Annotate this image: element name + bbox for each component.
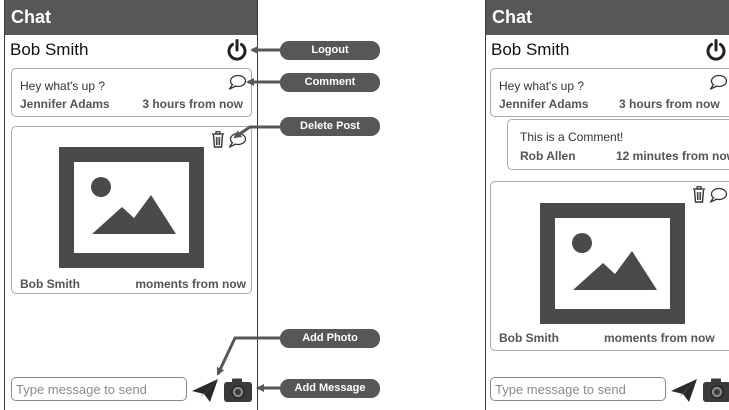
message-input-placeholder: Type message to send [495,382,626,397]
speech-bubble-icon[interactable] [228,132,246,148]
post-time: 3 hours from now [142,97,243,111]
callout-add-message: Add Message [280,379,380,398]
power-icon[interactable] [225,38,249,62]
post-message: Hey what's up ? [499,79,585,93]
post-card: Hey what's up ? Jennifer Adams 3 hours f… [490,68,729,117]
comment-message: This is a Comment! [520,130,624,144]
trash-icon[interactable] [211,131,225,148]
app-title: Chat [11,7,51,27]
photo-post-card: Bob Smith moments from now [11,126,252,294]
message-input[interactable]: Type message to send [490,377,666,401]
speech-bubble-icon[interactable] [709,187,727,203]
post-time: moments from now [135,277,246,291]
post-time: moments from now [604,331,715,345]
title-bar: Chat [5,0,257,35]
photo-post-card: Bob Smith moments from now [490,181,729,351]
speech-bubble-icon[interactable] [709,74,727,90]
callout-comment: Comment [280,73,380,92]
callout-delete-post: Delete Post [280,117,380,136]
chat-screen-with-comment: Chat Bob Smith Hey what's up ? Jennifer … [485,0,729,410]
post-author: Bob Smith [20,277,80,291]
post-message: Hey what's up ? [20,79,106,93]
message-input[interactable]: Type message to send [11,377,187,401]
post-time: 3 hours from now [619,97,720,111]
camera-icon[interactable] [223,377,253,403]
post-card: Hey what's up ? Jennifer Adams 3 hours f… [11,68,252,117]
power-icon[interactable] [704,38,728,62]
camera-icon[interactable] [702,377,729,403]
user-bar: Bob Smith [5,35,257,65]
paper-plane-icon[interactable] [670,377,698,403]
callout-add-photo: Add Photo [280,329,380,348]
post-author: Jennifer Adams [499,97,589,111]
comment-time: 12 minutes from now [616,149,729,163]
title-bar: Chat [486,0,729,35]
post-author: Jennifer Adams [20,97,110,111]
paper-plane-icon[interactable] [191,377,219,403]
image-placeholder-icon [59,147,204,268]
image-placeholder-icon [540,203,685,324]
post-author: Bob Smith [499,331,559,345]
chat-screen-main: Chat Bob Smith Hey what's up ? Jennifer … [4,0,258,410]
user-bar: Bob Smith [486,35,729,65]
callout-logout: Logout [280,41,380,60]
speech-bubble-icon[interactable] [228,74,246,90]
user-name: Bob Smith [10,40,89,59]
app-title: Chat [492,7,532,27]
user-name: Bob Smith [491,40,570,59]
comment-card: This is a Comment! Rob Allen 12 minutes … [507,119,729,170]
message-input-placeholder: Type message to send [16,382,147,397]
comment-author: Rob Allen [520,149,576,163]
trash-icon[interactable] [692,186,706,203]
